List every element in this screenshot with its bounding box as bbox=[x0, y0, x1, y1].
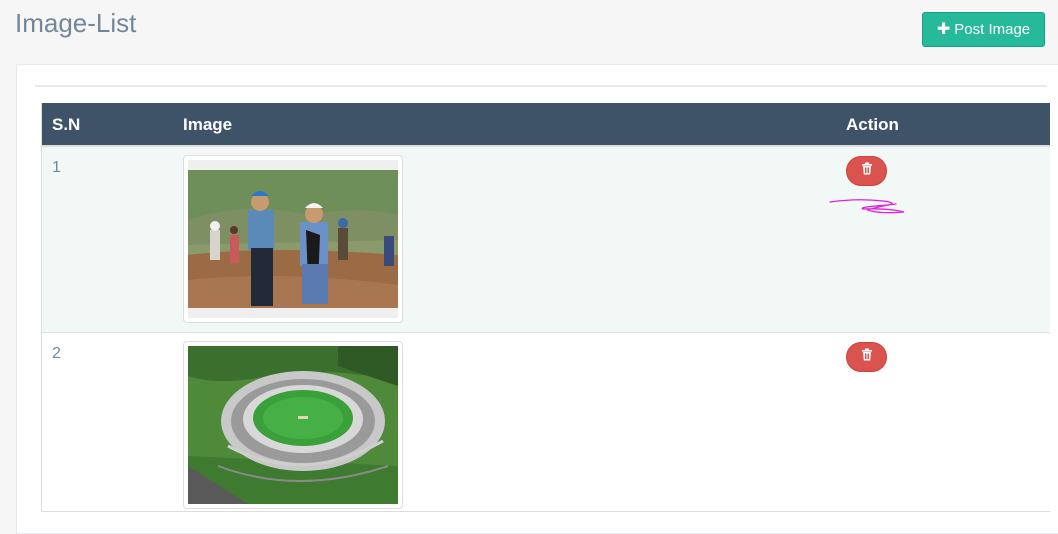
post-image-button[interactable]: ✚ Post Image bbox=[922, 12, 1045, 47]
pen-scribble-mark bbox=[829, 199, 905, 214]
plus-icon: ✚ bbox=[936, 20, 951, 38]
stadium-aerial-photo bbox=[188, 346, 398, 504]
stadium-aerial-illustration bbox=[188, 346, 398, 504]
table-row: 1 bbox=[42, 147, 1050, 333]
content-panel: S.N Image Action 1 2 bbox=[16, 64, 1058, 534]
table-row: 2 bbox=[42, 333, 1050, 512]
image-table: S.N Image Action 1 2 bbox=[41, 103, 1050, 512]
image-thumbnail[interactable] bbox=[183, 155, 403, 323]
construction-workers-photo bbox=[188, 160, 398, 318]
post-image-label: Post Image bbox=[954, 21, 1031, 38]
table-header: S.N Image Action bbox=[42, 103, 1050, 147]
column-header-action: Action bbox=[846, 115, 899, 134]
trash-icon bbox=[861, 162, 873, 180]
row-serial-number: 1 bbox=[52, 159, 61, 176]
page-title: Image-List bbox=[15, 8, 137, 38]
column-header-sn: S.N bbox=[52, 115, 81, 134]
panel-divider bbox=[35, 85, 1047, 87]
trash-icon bbox=[861, 348, 873, 366]
delete-button[interactable] bbox=[846, 156, 887, 186]
delete-button[interactable] bbox=[846, 342, 887, 372]
row-serial-number: 2 bbox=[52, 345, 61, 362]
image-thumbnail[interactable] bbox=[183, 341, 403, 509]
column-header-image: Image bbox=[183, 115, 233, 134]
construction-workers-illustration bbox=[188, 170, 398, 308]
